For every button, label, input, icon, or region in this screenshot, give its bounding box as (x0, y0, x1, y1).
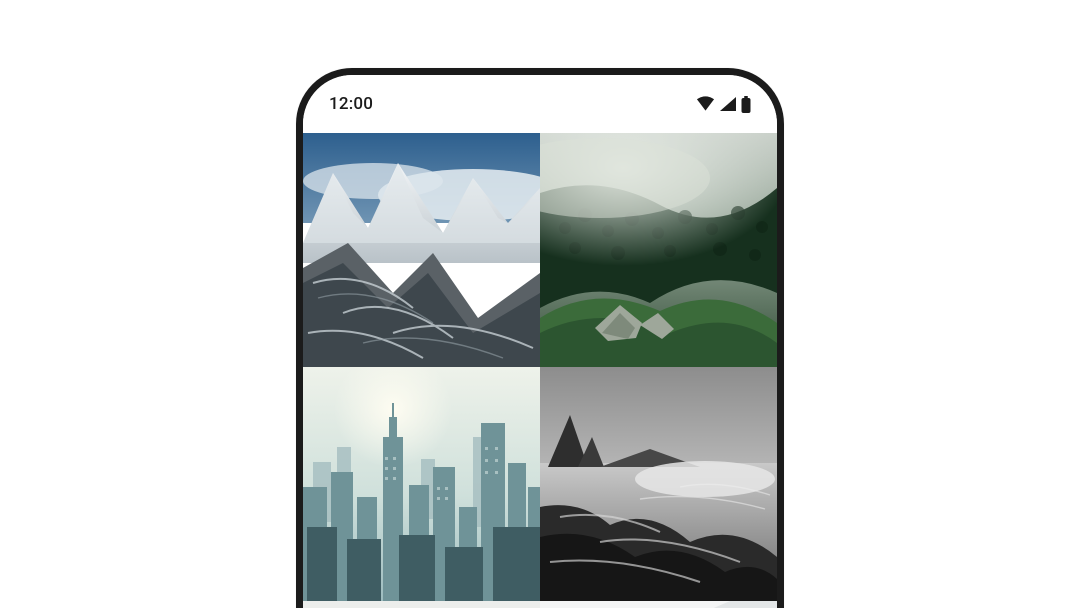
photo-city-skyline[interactable] (303, 367, 540, 601)
status-bar: 12:00 (303, 75, 777, 133)
status-time: 12:00 (329, 94, 373, 114)
photo-light-2[interactable] (540, 601, 777, 608)
wifi-icon (696, 96, 715, 112)
cellular-signal-icon (719, 96, 737, 112)
photo-forest-fog[interactable] (540, 133, 777, 367)
status-icons-group (696, 96, 751, 113)
battery-icon (741, 96, 751, 113)
photo-grid[interactable] (303, 133, 777, 608)
photo-mountains-snow[interactable] (303, 133, 540, 367)
photo-light-1[interactable] (303, 601, 540, 608)
photo-coast-rocks[interactable] (540, 367, 777, 601)
stage: 12:00 (0, 0, 1080, 608)
phone-frame: 12:00 (296, 68, 784, 608)
